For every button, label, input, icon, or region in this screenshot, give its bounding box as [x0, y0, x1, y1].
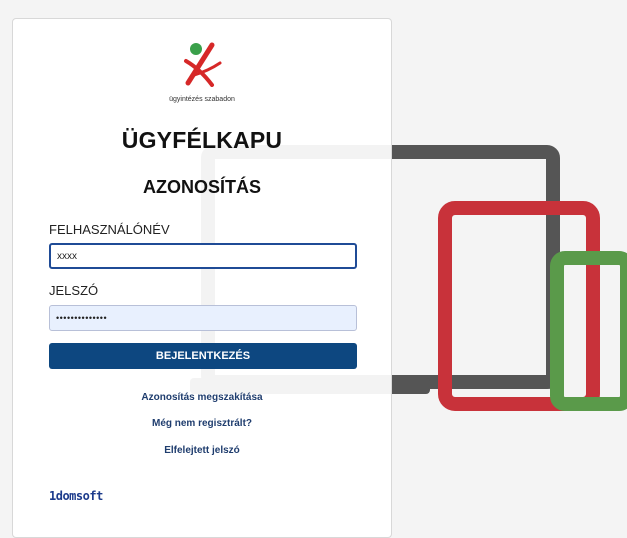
username-input[interactable]: [49, 243, 357, 269]
password-label: JELSZÓ: [49, 283, 99, 298]
login-button[interactable]: BEJELENTKEZÉS: [49, 343, 357, 369]
page-title: ÜGYFÉLKAPU: [121, 127, 283, 153]
government-logo-icon: [13, 41, 391, 87]
vendor-logo: 1domsoft: [49, 489, 103, 503]
password-input[interactable]: [49, 305, 357, 331]
login-card: ügyintézés szabadon ÜGYFÉLKAPU AZONOSÍTÁ…: [12, 18, 392, 538]
username-label: FELHASZNÁLÓNÉV: [49, 222, 170, 237]
cancel-auth-link[interactable]: Azonosítás megszakítása: [13, 392, 391, 403]
forgot-password-link[interactable]: Elfelejtett jelszó: [13, 445, 391, 456]
register-link[interactable]: Még nem regisztrált?: [13, 418, 391, 429]
logo-tagline: ügyintézés szabadon: [169, 96, 235, 103]
page-subtitle: AZONOSÍTÁS: [142, 177, 261, 197]
